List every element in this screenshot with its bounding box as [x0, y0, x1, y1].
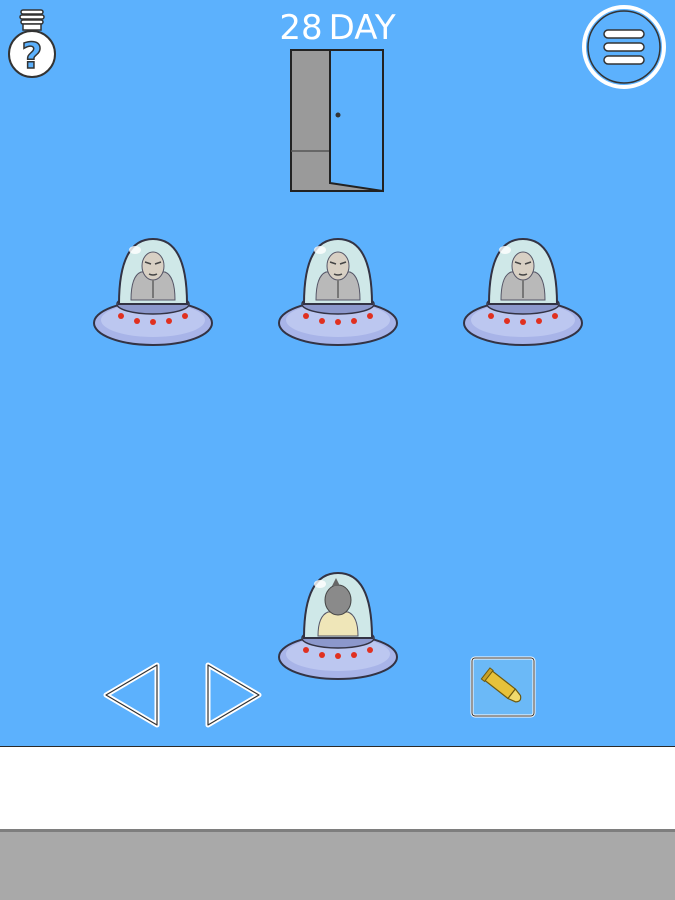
message-area	[0, 746, 675, 830]
ufo-with-old-man-icon	[463, 237, 583, 346]
exit-door[interactable]	[288, 47, 388, 193]
ufo-with-old-man-icon	[278, 237, 398, 346]
lightbulb-question-icon: ?	[8, 9, 56, 78]
ufo-with-old-man-icon	[93, 237, 213, 346]
hint-button[interactable]: ?	[6, 8, 58, 82]
open-door-icon	[290, 49, 384, 193]
hamburger-menu-icon	[582, 5, 666, 89]
game-screen: 28 DAY ?	[0, 0, 675, 746]
enemy-ufo[interactable]	[91, 236, 215, 348]
enemy-ufo[interactable]	[461, 236, 585, 348]
arrow-right-icon	[205, 662, 262, 728]
bottom-bar	[0, 829, 675, 900]
move-right-button[interactable]	[203, 662, 263, 728]
day-counter: 28 DAY	[0, 8, 675, 48]
menu-button[interactable]	[581, 4, 667, 90]
enemy-ufo[interactable]	[276, 236, 400, 348]
player-ufo[interactable]	[276, 570, 400, 682]
move-left-button[interactable]	[102, 662, 162, 728]
arrow-left-icon	[103, 662, 160, 728]
day-label: DAY	[328, 8, 396, 48]
inventory-item-slot[interactable]	[470, 656, 536, 718]
svg-text:?: ?	[22, 36, 43, 77]
day-number: 28	[279, 8, 323, 48]
ufo-with-player-icon	[278, 571, 398, 680]
bullet-icon	[470, 656, 536, 718]
